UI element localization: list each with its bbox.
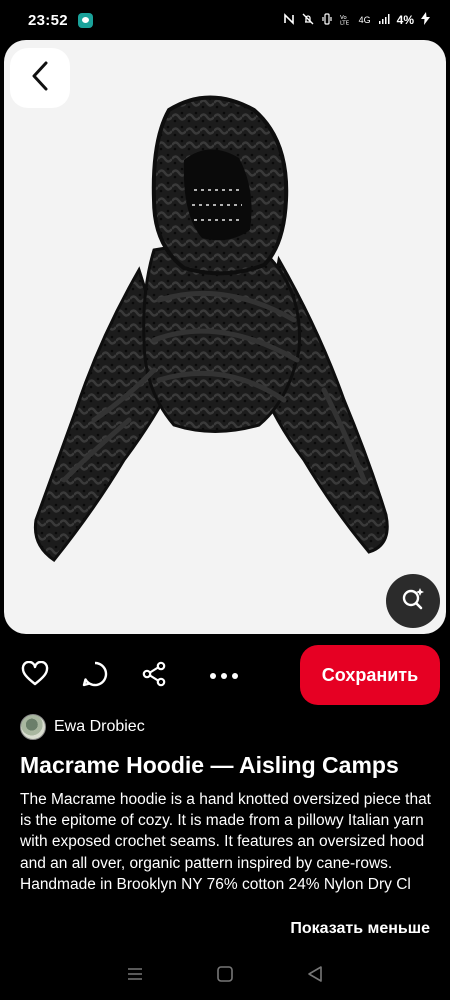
hoodie-image bbox=[33, 95, 389, 563]
pin-description: The Macrame hoodie is a hand knotted ove… bbox=[20, 791, 431, 893]
home-icon bbox=[217, 966, 233, 982]
messenger-notification-icon bbox=[77, 12, 93, 28]
more-options-button[interactable] bbox=[208, 660, 240, 692]
author-name: Ewa Drobiec bbox=[54, 718, 145, 735]
network-label: 4G bbox=[358, 15, 371, 25]
svg-text:LTE: LTE bbox=[340, 20, 350, 25]
pin-title: Macrame Hoodie — Aisling Camps bbox=[20, 752, 399, 778]
status-icons: Vo LTE 4G 4% bbox=[283, 12, 430, 28]
save-button[interactable]: Сохранить bbox=[300, 645, 440, 705]
vibrate-icon bbox=[321, 12, 333, 28]
charging-icon bbox=[421, 12, 430, 28]
menu-icon bbox=[128, 968, 142, 980]
comment-icon bbox=[81, 660, 109, 693]
recent-apps-button[interactable] bbox=[123, 962, 147, 986]
heart-icon bbox=[21, 660, 49, 692]
share-button[interactable] bbox=[138, 660, 170, 692]
nfc-icon bbox=[283, 12, 295, 28]
avatar bbox=[20, 714, 46, 740]
back-button[interactable] bbox=[10, 48, 70, 108]
share-icon bbox=[140, 660, 168, 693]
home-button[interactable] bbox=[213, 962, 237, 986]
author-link[interactable]: Ewa Drobiec bbox=[20, 714, 145, 740]
back-triangle-icon bbox=[308, 966, 322, 982]
mute-icon bbox=[302, 13, 314, 28]
lens-search-icon bbox=[400, 586, 426, 617]
visual-search-button[interactable] bbox=[386, 574, 440, 628]
chevron-left-icon bbox=[29, 60, 51, 97]
battery-level: 4% bbox=[396, 13, 414, 27]
like-button[interactable] bbox=[19, 660, 51, 692]
system-back-button[interactable] bbox=[303, 962, 327, 986]
show-less-button[interactable]: Показать меньше bbox=[290, 920, 430, 938]
more-icon bbox=[209, 667, 239, 685]
action-bar: Сохранить bbox=[0, 644, 450, 706]
signal-icon bbox=[378, 13, 390, 28]
pin-image-card[interactable] bbox=[4, 40, 446, 634]
comment-button[interactable] bbox=[79, 660, 111, 692]
status-bar: 23:52 Vo LTE 4G 4% bbox=[0, 0, 450, 40]
status-time: 23:52 bbox=[28, 11, 68, 29]
system-nav-bar bbox=[0, 948, 450, 1000]
volte-icon: Vo LTE bbox=[340, 13, 352, 28]
